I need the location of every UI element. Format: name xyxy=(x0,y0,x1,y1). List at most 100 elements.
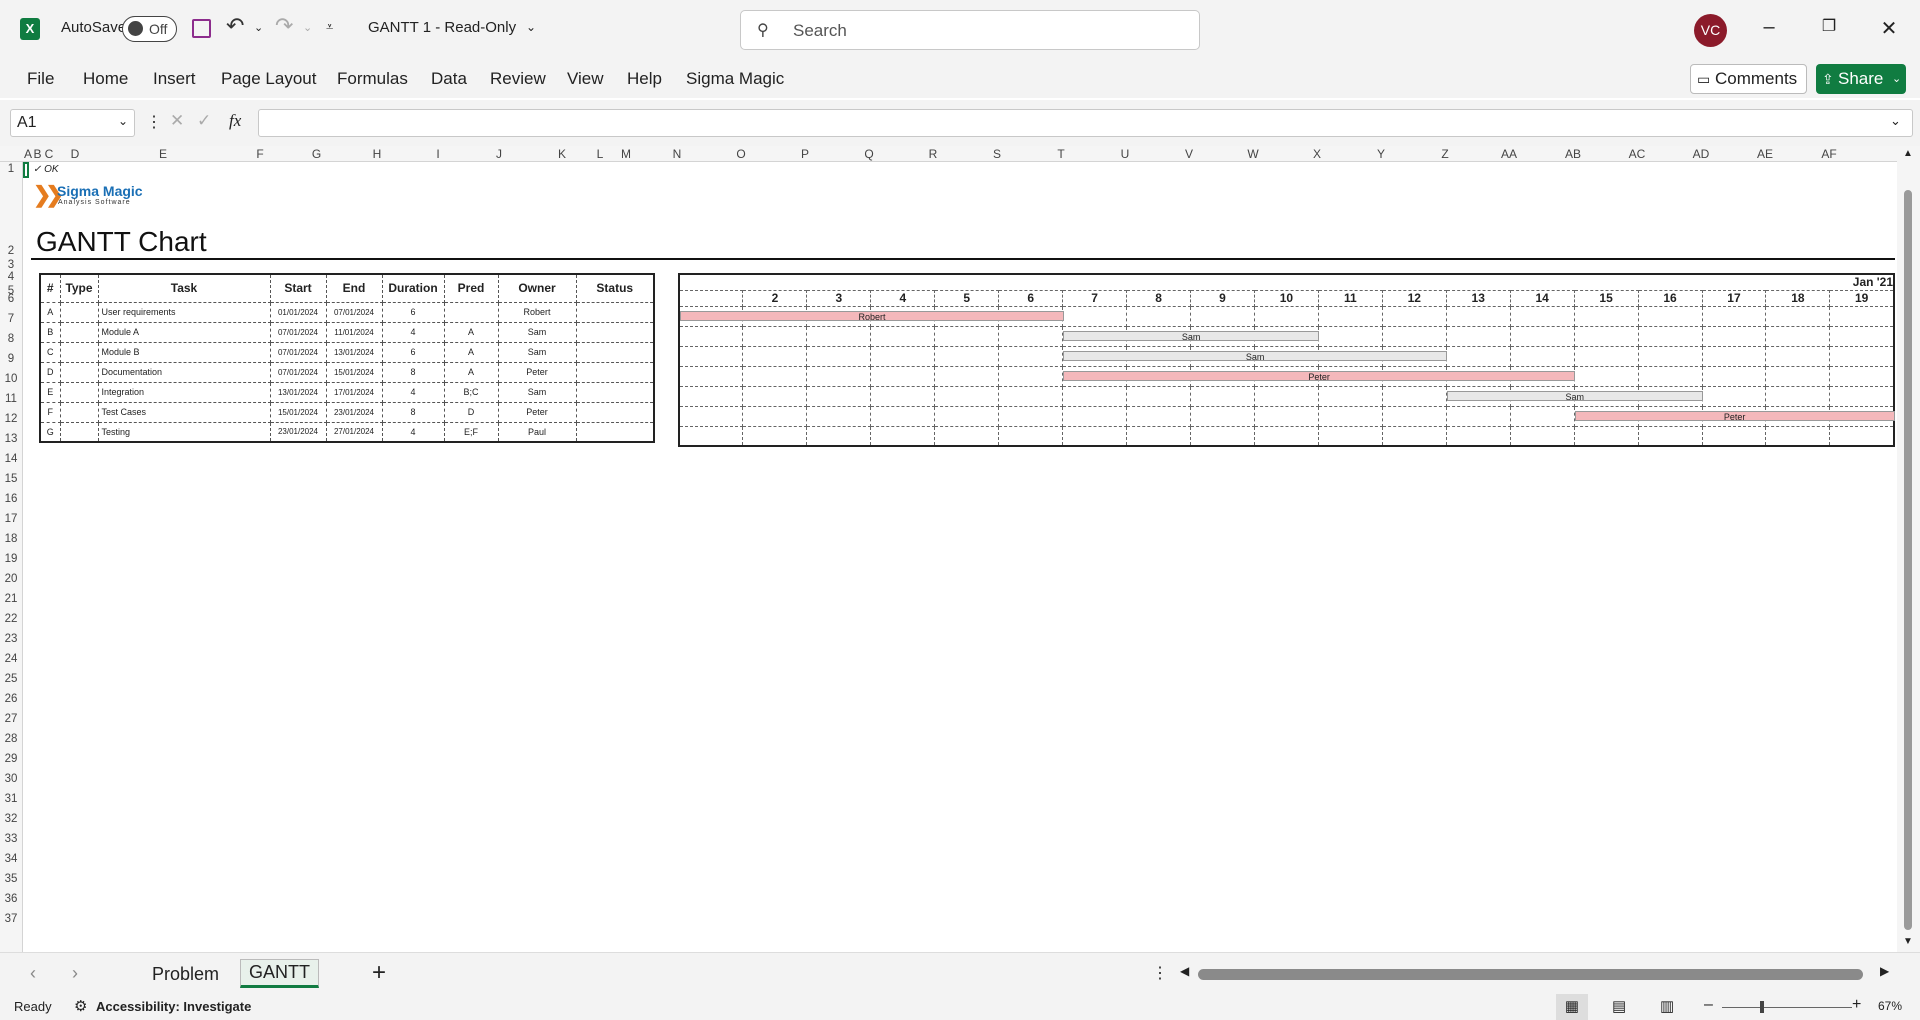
table-cell[interactable] xyxy=(59,401,99,423)
table-cell[interactable]: Module A xyxy=(97,321,271,343)
column-header[interactable]: Y xyxy=(1349,146,1413,162)
scroll-left-icon[interactable]: ◀ xyxy=(1180,964,1189,978)
gantt-cell[interactable] xyxy=(1062,385,1128,407)
column-header[interactable]: F xyxy=(232,146,288,162)
row-header[interactable]: 2 xyxy=(0,245,22,257)
table-cell[interactable]: 6 xyxy=(381,341,445,363)
gantt-cell[interactable] xyxy=(678,425,744,447)
gantt-cell[interactable]: Robert xyxy=(678,305,1064,327)
gantt-cell[interactable]: Sam xyxy=(1062,345,1448,367)
row-header[interactable]: 25 xyxy=(0,673,22,685)
column-header[interactable]: Z xyxy=(1413,146,1477,162)
gantt-cell[interactable] xyxy=(1126,425,1191,447)
page-break-view-icon[interactable]: ▥ xyxy=(1660,997,1674,1015)
prev-sheet-icon[interactable]: ‹ xyxy=(30,963,36,984)
row-header[interactable]: 18 xyxy=(0,533,22,545)
gantt-cell[interactable] xyxy=(1701,305,1767,327)
table-cell[interactable] xyxy=(59,421,99,443)
table-cell[interactable]: 17/01/2024 xyxy=(325,381,383,403)
next-sheet-icon[interactable]: › xyxy=(72,963,78,984)
row-header[interactable]: 37 xyxy=(0,913,22,925)
gantt-cell[interactable] xyxy=(806,325,872,347)
table-cell[interactable]: 8 xyxy=(381,361,445,383)
gantt-cell[interactable] xyxy=(1062,425,1128,447)
column-header[interactable]: AC xyxy=(1605,146,1669,162)
menu-view[interactable]: View xyxy=(567,69,604,89)
gantt-cell[interactable] xyxy=(1190,385,1255,407)
row-header[interactable]: 30 xyxy=(0,773,22,785)
row-header[interactable]: 28 xyxy=(0,733,22,745)
column-header[interactable]: AF xyxy=(1797,146,1861,162)
gantt-cell[interactable] xyxy=(1765,385,1831,407)
gantt-cell[interactable] xyxy=(1381,305,1447,327)
gantt-cell[interactable] xyxy=(1445,405,1511,427)
gantt-cell[interactable] xyxy=(1126,405,1191,427)
table-cell[interactable]: 07/01/2024 xyxy=(325,301,383,323)
zoom-slider[interactable] xyxy=(1722,1001,1852,1013)
tab-problem[interactable]: Problem xyxy=(144,962,227,987)
scroll-down-icon[interactable]: ▼ xyxy=(1903,936,1913,947)
table-cell[interactable]: 4 xyxy=(381,381,445,403)
gantt-cell[interactable]: Sam xyxy=(1062,325,1320,347)
row-header[interactable]: 35 xyxy=(0,873,22,885)
row-header[interactable]: 26 xyxy=(0,693,22,705)
table-cell[interactable] xyxy=(575,341,655,363)
gantt-cell[interactable] xyxy=(870,425,936,447)
table-cell[interactable]: D xyxy=(39,361,61,383)
row-header[interactable]: 32 xyxy=(0,813,22,825)
row-header[interactable]: 17 xyxy=(0,513,22,525)
gantt-cell[interactable] xyxy=(1765,425,1831,447)
table-cell[interactable]: A xyxy=(443,341,499,363)
table-cell[interactable]: E xyxy=(39,381,61,403)
gantt-cell[interactable] xyxy=(1253,385,1319,407)
gantt-bar[interactable]: Peter xyxy=(1574,410,1895,422)
redo-dropdown-icon[interactable]: ⌄ xyxy=(303,21,312,34)
column-header[interactable]: S xyxy=(965,146,1029,162)
gantt-cell[interactable] xyxy=(1829,305,1895,327)
gantt-cell[interactable] xyxy=(1253,405,1319,427)
column-header[interactable]: J xyxy=(467,146,531,162)
gantt-cell[interactable] xyxy=(1637,305,1703,327)
gantt-cell[interactable] xyxy=(1126,385,1191,407)
table-cell[interactable]: D xyxy=(443,401,499,423)
row-header[interactable]: 12 xyxy=(0,413,22,425)
table-cell[interactable]: Testing xyxy=(97,421,271,443)
gantt-cell[interactable] xyxy=(934,405,1000,427)
gantt-cell[interactable] xyxy=(1829,425,1895,447)
column-header[interactable]: H xyxy=(345,146,409,162)
row-header[interactable]: 16 xyxy=(0,493,22,505)
table-cell[interactable] xyxy=(59,381,99,403)
gantt-cell[interactable] xyxy=(678,385,744,407)
gantt-cell[interactable] xyxy=(678,365,744,387)
gantt-cell[interactable] xyxy=(870,325,936,347)
table-cell[interactable]: 01/01/2024 xyxy=(269,301,327,323)
name-box[interactable]: A1 ⌄ xyxy=(10,109,135,137)
column-header[interactable]: AE xyxy=(1733,146,1797,162)
gantt-cell[interactable] xyxy=(1445,325,1511,347)
gantt-cell[interactable]: Peter xyxy=(1062,365,1576,387)
selected-cell-a1[interactable] xyxy=(23,162,29,178)
table-cell[interactable]: 13/01/2024 xyxy=(269,381,327,403)
zoom-in-icon[interactable]: + xyxy=(1852,996,1861,1014)
column-header[interactable]: T xyxy=(1029,146,1093,162)
gantt-cell[interactable] xyxy=(870,345,936,367)
gantt-cell[interactable] xyxy=(806,385,872,407)
zoom-out-icon[interactable]: – xyxy=(1704,996,1713,1014)
column-header[interactable]: E xyxy=(94,146,232,162)
gantt-cell[interactable] xyxy=(806,425,872,447)
gantt-cell[interactable] xyxy=(1765,305,1831,327)
minimize-icon[interactable]: – xyxy=(1754,16,1784,44)
row-header[interactable]: 31 xyxy=(0,793,22,805)
gantt-cell[interactable] xyxy=(742,325,808,347)
gantt-cell[interactable] xyxy=(1637,325,1703,347)
gantt-cell[interactable] xyxy=(1445,345,1511,367)
row-header[interactable]: 24 xyxy=(0,653,22,665)
gantt-cell[interactable] xyxy=(934,365,1000,387)
accessibility-icon[interactable]: ⚙ xyxy=(74,997,87,1015)
gantt-cell[interactable] xyxy=(1062,405,1128,427)
column-header[interactable]: M xyxy=(607,146,645,162)
undo-icon[interactable]: ↶ xyxy=(226,13,244,39)
row-header[interactable]: 29 xyxy=(0,753,22,765)
row-header[interactable]: 20 xyxy=(0,573,22,585)
gantt-cell[interactable] xyxy=(742,425,808,447)
